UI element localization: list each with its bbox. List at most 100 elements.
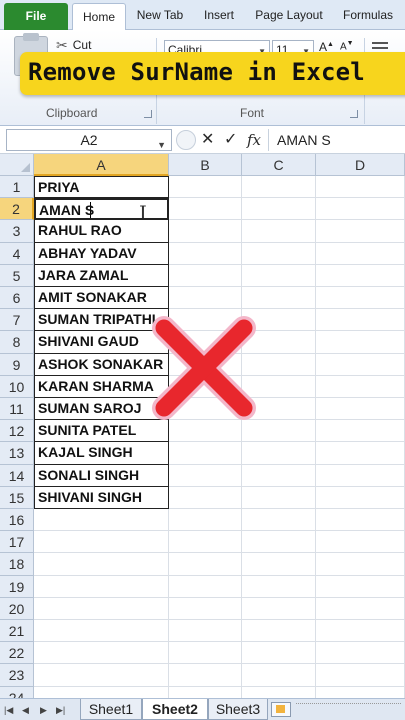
row-header[interactable]: 24 (0, 686, 34, 698)
cell-a21[interactable] (34, 620, 169, 643)
insert-function-icon[interactable]: fx (247, 130, 261, 150)
row-header[interactable]: 1 (0, 176, 34, 199)
shrink-font-button[interactable]: A▼ (340, 40, 354, 52)
cell-a19[interactable] (34, 575, 169, 598)
cell-a15[interactable]: SHIVANI SINGH (34, 486, 169, 509)
cell-a6[interactable]: AMIT SONAKAR (34, 287, 169, 310)
cell-c19[interactable] (242, 575, 316, 598)
cell-a14[interactable]: SONALI SINGH (34, 464, 169, 487)
cell-c16[interactable] (242, 509, 316, 532)
row-header[interactable]: 3 (0, 220, 34, 243)
column-header-d[interactable]: D (316, 154, 405, 176)
cell-d22[interactable] (316, 642, 405, 665)
cell-d14[interactable] (316, 464, 405, 487)
row-header[interactable]: 19 (0, 575, 34, 598)
cell-d9[interactable] (316, 353, 405, 376)
row-header[interactable]: 21 (0, 620, 34, 643)
confirm-entry-icon[interactable]: ✓ (224, 130, 237, 150)
cell-b21[interactable] (169, 620, 242, 643)
column-header-a[interactable]: A (34, 154, 169, 176)
cell-c17[interactable] (242, 531, 316, 554)
row-header[interactable]: 9 (0, 353, 34, 376)
cell-d13[interactable] (316, 442, 405, 465)
cell-d4[interactable] (316, 242, 405, 265)
cell-d21[interactable] (316, 620, 405, 643)
cell-a4[interactable]: ABHAY YADAV (34, 242, 169, 265)
next-sheet-icon[interactable]: ▶ (40, 699, 47, 720)
tab-insert[interactable]: Insert (196, 0, 242, 30)
row-header[interactable]: 6 (0, 287, 34, 310)
prev-sheet-icon[interactable]: ◀ (22, 699, 29, 720)
cell-b18[interactable] (169, 553, 242, 576)
cell-c1[interactable] (242, 176, 316, 199)
cell-d18[interactable] (316, 553, 405, 576)
cell-a12[interactable]: SUNITA PATEL (34, 420, 169, 443)
row-header[interactable]: 8 (0, 331, 34, 354)
cell-d12[interactable] (316, 420, 405, 443)
cell-b14[interactable] (169, 464, 242, 487)
cell-b22[interactable] (169, 642, 242, 665)
cell-b16[interactable] (169, 509, 242, 532)
cell-a20[interactable] (34, 597, 169, 620)
cell-d11[interactable] (316, 398, 405, 421)
tab-page-layout[interactable]: Page Layout (250, 0, 328, 30)
worksheet-grid[interactable]: A B C D 1 PRIYA 2 AMAN S 3 RAHUL RAO 4 ABHAY YADAV 5… (0, 154, 405, 698)
row-header[interactable]: 20 (0, 597, 34, 620)
cell-b13[interactable] (169, 442, 242, 465)
cell-c2[interactable] (242, 198, 316, 221)
column-header-c[interactable]: C (242, 154, 316, 176)
cell-a16[interactable] (34, 509, 169, 532)
cell-a13[interactable]: KAJAL SINGH (34, 442, 169, 465)
name-box[interactable]: A2 ▼ (6, 129, 172, 151)
cell-b6[interactable] (169, 287, 242, 310)
cell-c6[interactable] (242, 287, 316, 310)
cell-b12[interactable] (169, 420, 242, 443)
sheet-tab-sheet3[interactable]: Sheet3 (208, 699, 268, 720)
cell-d16[interactable] (316, 509, 405, 532)
cell-a5[interactable]: JARA ZAMAL (34, 264, 169, 287)
cell-b24[interactable] (169, 686, 242, 698)
row-header[interactable]: 11 (0, 398, 34, 421)
cell-c13[interactable] (242, 442, 316, 465)
cell-b15[interactable] (169, 486, 242, 509)
cell-d23[interactable] (316, 664, 405, 687)
cell-c15[interactable] (242, 486, 316, 509)
cell-b19[interactable] (169, 575, 242, 598)
row-header[interactable]: 23 (0, 664, 34, 687)
tab-home[interactable]: Home (72, 3, 126, 31)
cell-a24[interactable] (34, 686, 169, 698)
cell-a3[interactable]: RAHUL RAO (34, 220, 169, 243)
cancel-entry-icon[interactable]: ✕ (201, 130, 214, 150)
cell-c23[interactable] (242, 664, 316, 687)
font-launcher-icon[interactable] (350, 110, 358, 118)
cell-b17[interactable] (169, 531, 242, 554)
cell-a18[interactable] (34, 553, 169, 576)
cell-d24[interactable] (316, 686, 405, 698)
row-header[interactable]: 5 (0, 264, 34, 287)
cell-d19[interactable] (316, 575, 405, 598)
cell-d20[interactable] (316, 597, 405, 620)
row-header[interactable]: 7 (0, 309, 34, 332)
last-sheet-icon[interactable]: ▶| (56, 699, 65, 720)
cell-a23[interactable] (34, 664, 169, 687)
cell-a7[interactable]: SUMAN TRIPATHI (34, 309, 169, 332)
cell-b3[interactable] (169, 220, 242, 243)
cell-c5[interactable] (242, 264, 316, 287)
sheet-tab-sheet1[interactable]: Sheet1 (80, 699, 142, 720)
cell-a22[interactable] (34, 642, 169, 665)
cell-c21[interactable] (242, 620, 316, 643)
cell-b5[interactable] (169, 264, 242, 287)
cell-c24[interactable] (242, 686, 316, 698)
cell-d17[interactable] (316, 531, 405, 554)
cell-c14[interactable] (242, 464, 316, 487)
sheet-tab-sheet2[interactable]: Sheet2 (142, 699, 208, 720)
column-header-b[interactable]: B (169, 154, 242, 176)
tab-formulas[interactable]: Formulas (336, 0, 400, 30)
row-header[interactable]: 10 (0, 375, 34, 398)
cell-d3[interactable] (316, 220, 405, 243)
cell-b4[interactable] (169, 242, 242, 265)
cell-b2[interactable] (169, 198, 242, 221)
cell-a8[interactable]: SHIVANI GAUD (34, 331, 169, 354)
row-header[interactable]: 12 (0, 420, 34, 443)
cell-b1[interactable] (169, 176, 242, 199)
